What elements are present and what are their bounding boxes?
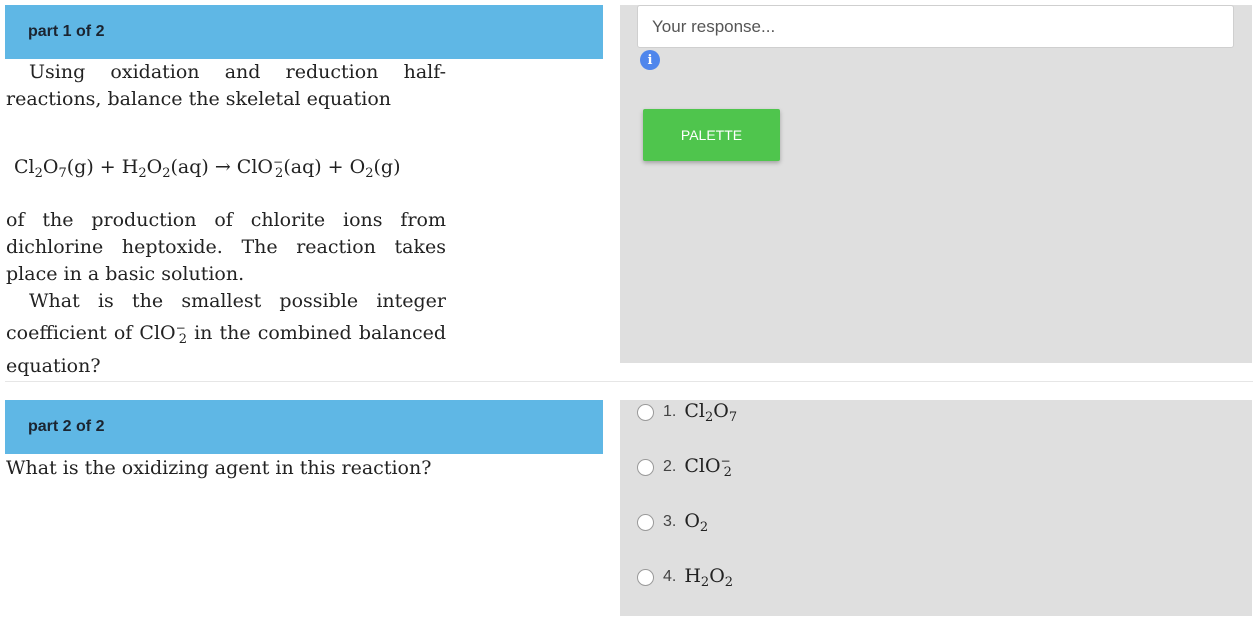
option-4-radio[interactable] <box>637 568 654 586</box>
option-4[interactable]: 4. H2O2 <box>637 564 733 590</box>
option-4-number: 4. <box>663 568 677 585</box>
part-1-header: part 1 of 2 <box>5 5 603 59</box>
option-1-number: 1. <box>663 403 677 420</box>
part-1-question-body: of the production of chlorite ions from … <box>6 207 446 380</box>
option-1-radio[interactable] <box>637 403 654 421</box>
option-3-radio[interactable] <box>637 513 654 531</box>
option-1-formula: Cl2O7 <box>684 399 738 425</box>
part-2-header-label: part 2 of 2 <box>28 418 105 435</box>
info-icon[interactable]: i <box>640 50 660 70</box>
part-1-question-intro: Using oxidation and reduction half-react… <box>6 59 446 113</box>
part-2-question-text: What is the oxidizing agent in this reac… <box>6 457 432 479</box>
option-2[interactable]: 2. ClO−2 <box>637 454 732 480</box>
part-divider <box>5 381 1253 382</box>
palette-button[interactable]: PALETTE <box>643 109 780 161</box>
part-1-question-para1: Using oxidation and reduction half-react… <box>6 61 446 110</box>
skeletal-equation: Cl2O7(g) + H2O2(aq) → ClO−2(aq) + O2(g) <box>14 155 401 181</box>
part-1-question-para3: What is the smallest possible integer co… <box>6 290 446 377</box>
option-3-formula: O2 <box>684 509 709 535</box>
part-2-question: What is the oxidizing agent in this reac… <box>6 455 596 482</box>
part-1-question-para2: of the production of chlorite ions from … <box>6 209 446 285</box>
option-2-radio[interactable] <box>637 458 654 476</box>
part-1-response-panel <box>620 5 1252 363</box>
option-2-number: 2. <box>663 458 677 475</box>
option-3-number: 3. <box>663 513 677 530</box>
option-3[interactable]: 3. O2 <box>637 509 708 535</box>
part-1-header-label: part 1 of 2 <box>28 23 105 40</box>
option-2-formula: ClO−2 <box>684 454 732 480</box>
option-1[interactable]: 1. Cl2O7 <box>637 399 737 425</box>
part-2-header: part 2 of 2 <box>5 400 603 454</box>
response-input[interactable] <box>637 5 1234 48</box>
option-4-formula: H2O2 <box>684 564 734 590</box>
